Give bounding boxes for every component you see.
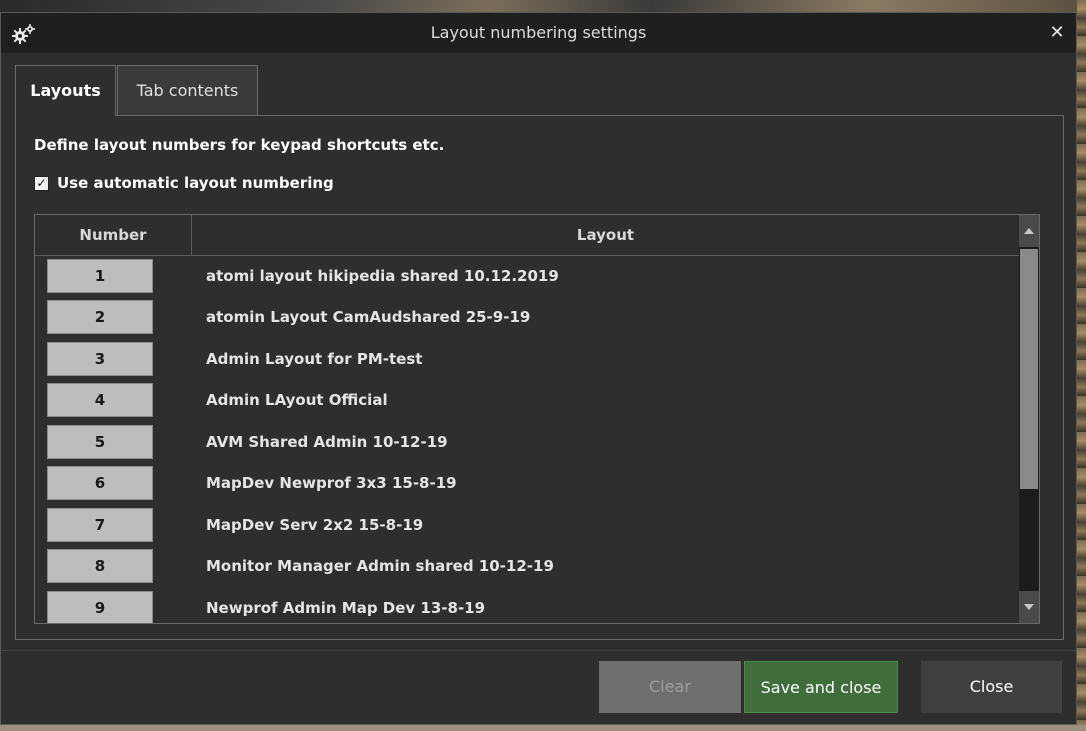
tab-tab-contents[interactable]: Tab contents: [117, 65, 258, 115]
table-row: 1 atomi layout hikipedia shared 10.12.20…: [35, 257, 1019, 298]
description-text: Define layout numbers for keypad shortcu…: [34, 136, 445, 154]
layout-name: AVM Shared Admin 10-12-19: [206, 433, 448, 451]
tab-layouts[interactable]: Layouts: [15, 65, 116, 116]
clear-button[interactable]: Clear: [599, 661, 741, 713]
column-header-number[interactable]: Number: [35, 215, 192, 255]
layout-name: Monitor Manager Admin shared 10-12-19: [206, 557, 554, 575]
desktop-background-bottom: [0, 725, 1086, 731]
table-row: 3 Admin Layout for PM-test: [35, 340, 1019, 381]
table-row: 9 Newprof Admin Map Dev 13-8-19: [35, 589, 1019, 623]
layout-name: Admin Layout for PM-test: [206, 350, 423, 368]
table-row: 5 AVM Shared Admin 10-12-19: [35, 423, 1019, 464]
footer-divider: [1, 650, 1076, 651]
layout-name: atomin Layout CamAudshared 25-9-19: [206, 308, 531, 326]
close-icon[interactable]: ✕: [1044, 18, 1070, 48]
layout-name: Admin LAyout Official: [206, 391, 388, 409]
layout-number-button[interactable]: 9: [47, 591, 153, 623]
layout-number-button[interactable]: 8: [47, 549, 153, 583]
scroll-up-arrow-icon[interactable]: [1019, 215, 1039, 247]
table-row: 7 MapDev Serv 2x2 15-8-19: [35, 506, 1019, 547]
layout-number-button[interactable]: 3: [47, 342, 153, 376]
table-header: Number Layout: [35, 215, 1019, 256]
desktop-background-right: [1077, 0, 1086, 731]
layouts-tab-panel: Define layout numbers for keypad shortcu…: [15, 115, 1064, 640]
title-bar: Layout numbering settings ✕: [1, 13, 1076, 53]
auto-numbering-label: Use automatic layout numbering: [57, 174, 334, 192]
table-body: 1 atomi layout hikipedia shared 10.12.20…: [35, 256, 1019, 623]
table-row: 8 Monitor Manager Admin shared 10-12-19: [35, 547, 1019, 588]
layout-name: MapDev Newprof 3x3 15-8-19: [206, 474, 457, 492]
scroll-down-arrow-icon[interactable]: [1019, 591, 1039, 623]
table-row: 4 Admin LAyout Official: [35, 381, 1019, 422]
layout-number-button[interactable]: 6: [47, 466, 153, 500]
vertical-scrollbar[interactable]: [1019, 215, 1039, 623]
layout-numbering-dialog: Layout numbering settings ✕ Layouts Tab …: [0, 12, 1077, 725]
layout-number-button[interactable]: 5: [47, 425, 153, 459]
auto-numbering-checkbox[interactable]: ✓: [34, 175, 49, 191]
close-button[interactable]: Close: [921, 661, 1062, 713]
layout-number-button[interactable]: 2: [47, 300, 153, 334]
layout-name: MapDev Serv 2x2 15-8-19: [206, 516, 424, 534]
column-header-layout[interactable]: Layout: [192, 215, 1019, 255]
dialog-title: Layout numbering settings: [430, 23, 647, 42]
layout-number-button[interactable]: 4: [47, 383, 153, 417]
table-row: 6 MapDev Newprof 3x3 15-8-19: [35, 464, 1019, 505]
layout-number-button[interactable]: 1: [47, 259, 153, 293]
scrollbar-thumb[interactable]: [1020, 249, 1038, 489]
layouts-table: Number Layout 1 atomi layout hikipedia s…: [34, 214, 1040, 624]
desktop-background-top: [0, 0, 1086, 12]
table-row: 2 atomin Layout CamAudshared 25-9-19: [35, 298, 1019, 339]
layout-name: atomi layout hikipedia shared 10.12.2019: [206, 267, 559, 285]
layout-number-button[interactable]: 7: [47, 508, 153, 542]
auto-numbering-option[interactable]: ✓ Use automatic layout numbering: [34, 172, 334, 194]
layout-name: Newprof Admin Map Dev 13-8-19: [206, 599, 486, 617]
save-and-close-button[interactable]: Save and close: [744, 661, 898, 713]
